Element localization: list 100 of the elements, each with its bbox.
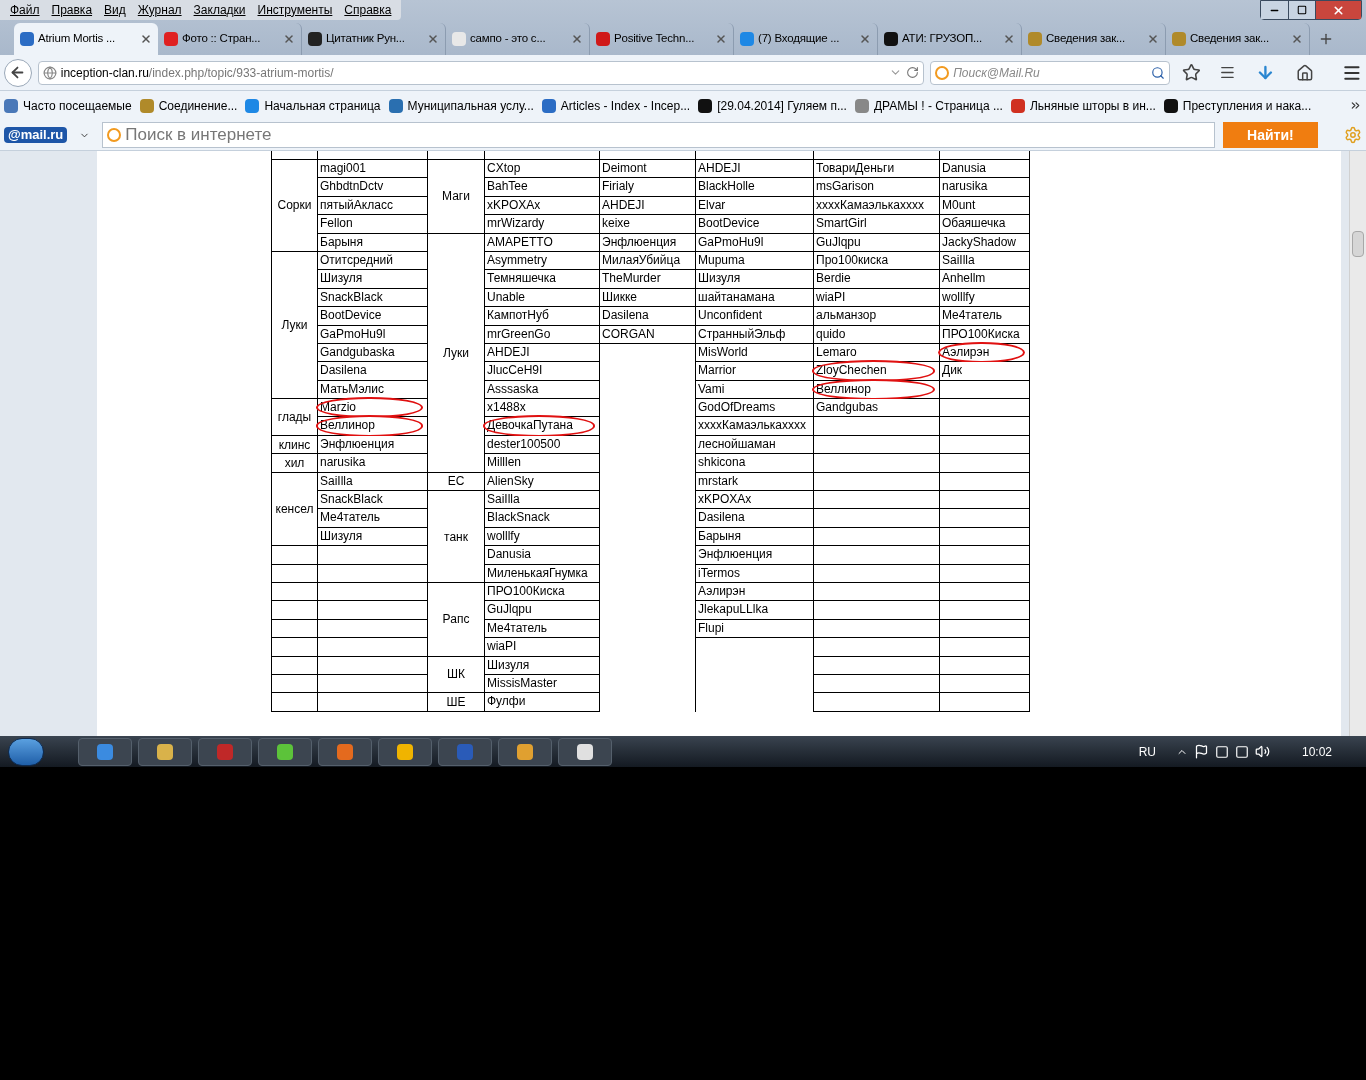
web-search-field[interactable]: Поиск в интернете: [102, 122, 1215, 148]
table-cell: BlackSnack: [487, 510, 550, 525]
volume-icon[interactable]: [1254, 744, 1270, 759]
table-cell: AMAPETTO: [487, 234, 553, 249]
table-cell: Gandgubas: [816, 400, 879, 415]
close-icon[interactable]: [140, 33, 152, 45]
reload-icon[interactable]: [906, 66, 920, 79]
table-cell: МилаяУбийца: [602, 252, 681, 267]
menu-item[interactable]: Закладки: [187, 1, 252, 19]
table-cell: JlekapuLLlka: [698, 602, 769, 617]
group-label: ШК: [447, 666, 465, 684]
bookmark-item[interactable]: Льняные шторы в ин...: [1010, 96, 1156, 115]
taskbar-app-icon[interactable]: [498, 737, 552, 766]
maximize-button[interactable]: [1288, 1, 1315, 19]
star-icon[interactable]: [1181, 63, 1201, 82]
bookmark-item[interactable]: [29.04.2014] Гуляем п...: [698, 96, 847, 115]
scrollbar[interactable]: [1349, 151, 1366, 736]
bookmark-item[interactable]: Часто посещаемые: [4, 96, 132, 115]
table-cell: Gandgubaska: [320, 344, 395, 359]
table-cell: BootDevice: [320, 308, 382, 323]
menu-item[interactable]: Вид: [98, 1, 132, 19]
new-tab-icon[interactable]: [1318, 31, 1334, 47]
table-cell: JlucCeH9I: [487, 363, 543, 378]
table-cell: Flupi: [698, 620, 724, 635]
close-icon[interactable]: [427, 33, 439, 45]
table-cell: JackyShadow: [942, 234, 1017, 249]
close-icon[interactable]: [1291, 33, 1303, 45]
taskbar-app-icon[interactable]: [138, 737, 192, 766]
group-label: Луки: [281, 317, 308, 334]
table-cell: GhbdtnDctv: [320, 179, 384, 194]
menu-item[interactable]: Справка: [338, 1, 398, 19]
table-cell: narusika: [320, 455, 366, 470]
table-cell: шайтанамана: [698, 289, 775, 304]
menu-item[interactable]: Журнал: [131, 1, 188, 19]
table-cell: xxxxКамаэлькаxxxx: [816, 197, 924, 212]
table-cell: magi001: [320, 161, 367, 175]
bookmark-item[interactable]: Articles - Index - Incep...: [541, 96, 691, 115]
taskbar-app-icon[interactable]: [558, 737, 612, 766]
table-cell: keixe: [602, 216, 630, 231]
mail-logo[interactable]: @mail.ru: [4, 127, 68, 143]
clock[interactable]: 10:02: [1301, 742, 1332, 761]
table-cell: Danusia: [942, 161, 987, 175]
close-icon[interactable]: [571, 33, 583, 45]
table-cell: Danusia: [487, 547, 532, 562]
home-icon[interactable]: [1296, 63, 1315, 82]
group-label: Маги: [442, 188, 470, 206]
close-icon[interactable]: [859, 33, 871, 45]
taskbar-app-icon[interactable]: [258, 737, 312, 766]
table-cell: narusika: [942, 179, 988, 194]
table-cell: Lemaro: [816, 344, 857, 359]
bookmark-item[interactable]: ДРАМЫ ! - Страница ...: [854, 96, 1003, 115]
taskbar-app-icon[interactable]: [378, 737, 432, 766]
table-cell: BootDevice: [698, 216, 760, 231]
group-label: хил: [284, 454, 305, 472]
table-cell: GaPmoHu9l: [698, 234, 764, 249]
table-cell: Firialy: [602, 179, 634, 194]
table-cell: Me4татель: [942, 308, 1002, 323]
menu-item[interactable]: Правка: [45, 1, 99, 19]
table-cell: КампотНуб: [487, 308, 549, 323]
back-button[interactable]: [4, 58, 32, 87]
table-cell: GuJlqpu: [816, 234, 861, 249]
table-cell: CORGAN: [602, 326, 655, 341]
close-icon[interactable]: [283, 33, 295, 45]
site-icon: [308, 32, 322, 46]
table-cell: M0unt: [942, 197, 976, 212]
group-label: ШЕ: [446, 694, 466, 712]
table-cell: Энфлюенция: [698, 547, 773, 562]
menu-item[interactable]: Файл: [4, 1, 46, 19]
address-field[interactable]: inception-clan.ru/index.php/topic/933-atrium-mortis/: [37, 60, 925, 85]
close-button[interactable]: [1315, 1, 1361, 19]
table-cell: GuJlqpu: [487, 602, 532, 617]
search-field[interactable]: Поиск@Mail.Ru: [930, 60, 1170, 85]
close-icon[interactable]: [715, 33, 727, 45]
table-cell: Dasilena: [698, 510, 745, 525]
search-icon[interactable]: [1150, 65, 1165, 80]
reading-list-icon[interactable]: [1218, 64, 1236, 81]
bookmark-item[interactable]: Начальная страница: [245, 96, 381, 115]
more-icon[interactable]: [1349, 99, 1362, 112]
table-cell: Vami: [698, 381, 725, 396]
menu-item[interactable]: Инструменты: [251, 1, 339, 19]
table-cell: AHDEJI: [698, 161, 741, 175]
bookmark-item[interactable]: Муниципальная услу...: [388, 96, 534, 115]
table-cell: Отитсредний: [320, 252, 393, 267]
close-icon[interactable]: [1003, 33, 1015, 45]
bookmark-item[interactable]: Преступления и нака...: [1163, 96, 1312, 115]
table-cell: Me4татель: [320, 510, 380, 525]
group-label: Рапс: [442, 611, 470, 629]
table-cell: пятыйАкласс: [320, 197, 393, 212]
table-cell: iTermos: [698, 565, 740, 580]
table-cell: Аэлирэн: [942, 344, 990, 359]
group-label: танк: [444, 528, 468, 546]
start-button[interactable]: [8, 737, 44, 766]
close-icon[interactable]: [1147, 33, 1159, 45]
flag-icon[interactable]: [1193, 744, 1209, 759]
table-cell: Дик: [942, 363, 963, 378]
browser-tab[interactable]: Atrium Mortis ...: [14, 23, 158, 55]
language-indicator[interactable]: RU: [1138, 742, 1156, 761]
bookmark-item[interactable]: Соединение...: [139, 96, 238, 115]
globe-icon: [42, 65, 57, 80]
table-cell: BahTee: [487, 179, 528, 194]
